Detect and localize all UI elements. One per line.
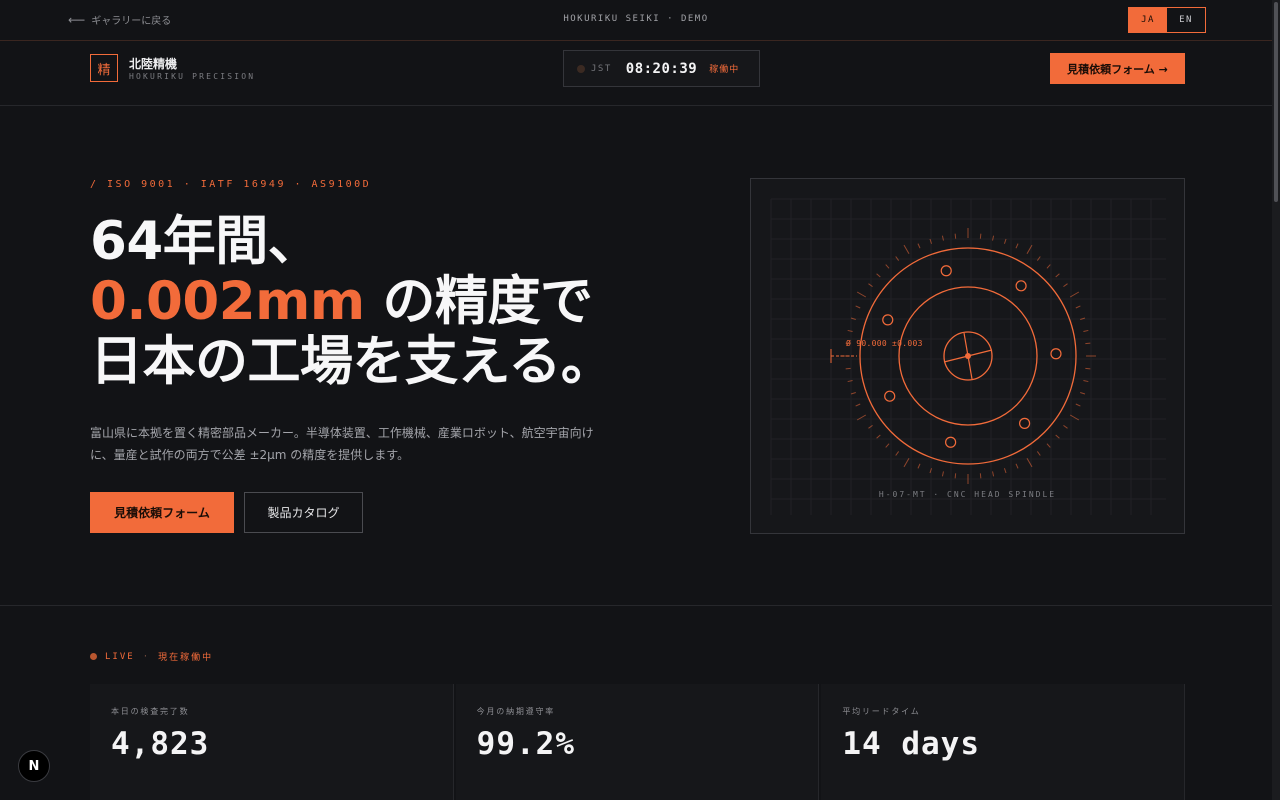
site-header: 精 北陸精機 HOKURIKU PRECISION JST 08:20:39 稼… [0, 41, 1272, 106]
tick-mark [917, 463, 921, 469]
tick-mark [856, 291, 867, 298]
tick-mark [847, 329, 853, 332]
language-switch: JA EN [1128, 7, 1206, 33]
stat-value: 99.2% [476, 726, 575, 762]
stat-value: 14 days [842, 726, 980, 762]
tick-mark [1003, 238, 1007, 244]
tick-mark [895, 451, 900, 456]
dimension-label: Ø 90.000 ±0.003 [846, 339, 923, 348]
lang-ja-button[interactable]: JA [1129, 8, 1167, 32]
tick-mark [885, 443, 890, 448]
tick-mark [855, 403, 861, 407]
stat-label: 今月の納期遵守率 [476, 707, 556, 716]
tick-mark [876, 273, 881, 278]
tick-mark [979, 233, 982, 239]
tick-mark [917, 243, 921, 249]
center-point [965, 353, 971, 359]
clock-timezone: JST [591, 63, 612, 74]
bolt-hole [1015, 280, 1027, 292]
stat-label: 本日の検査完了数 [111, 707, 190, 716]
tick-mark [1085, 367, 1091, 370]
tick-mark [876, 434, 881, 439]
tick-mark [992, 235, 995, 241]
stat-card-lead-time: 平均リードタイム 14 days [821, 684, 1186, 800]
stat-card-on-time-rate: 今月の納期遵守率 99.2% [455, 684, 820, 800]
header-quote-button[interactable]: 見積依頼フォーム → [1050, 53, 1185, 84]
live-indicator: LIVE · 現在稼働中 [90, 650, 213, 663]
bolt-hole [940, 265, 952, 277]
stats-row: 本日の検査完了数 4,823 今月の納期遵守率 99.2% 平均リードタイム 1… [90, 684, 1186, 800]
tick-mark [847, 380, 853, 383]
tick-mark [850, 391, 856, 395]
drawing-caption: H-07-MT · CNC HEAD SPINDLE [878, 490, 1057, 499]
tick-mark [954, 233, 957, 239]
brand-subtitle: HOKURIKU PRECISION [129, 72, 256, 81]
tick-mark [1046, 443, 1051, 448]
clock-time: 08:20:39 [625, 60, 698, 77]
status-dot-icon [577, 64, 585, 73]
tick-mark [885, 264, 890, 269]
top-bar: ⟵ ギャラリーに戻る HOKURIKU SEIKI · DEMO JA EN [0, 0, 1272, 41]
tick-mark [845, 367, 851, 370]
demo-label: HOKURIKU SEIKI · DEMO [563, 14, 709, 24]
tick-mark [1075, 305, 1081, 309]
quote-form-button[interactable]: 見積依頼フォーム [90, 492, 234, 533]
live-separator: · [142, 651, 151, 662]
spindle-drawing [770, 198, 1166, 515]
tick-mark [1075, 403, 1081, 407]
tick-mark [992, 471, 995, 477]
bolt-hole [1019, 417, 1031, 429]
technical-drawing-panel: Ø 90.000 ±0.003 H-07-MT · CNC HEAD SPIND… [750, 178, 1185, 534]
section-divider [0, 605, 1272, 606]
live-sub-label: 現在稼働中 [158, 653, 214, 663]
tick-mark [941, 471, 944, 477]
tick-mark [979, 473, 982, 479]
tick-mark [1046, 264, 1051, 269]
tick-mark [1015, 463, 1019, 469]
clock-widget: JST 08:20:39 稼働中 [563, 50, 760, 87]
lang-en-button[interactable]: EN [1167, 8, 1205, 32]
tick-mark [954, 473, 957, 479]
tick-mark [1036, 451, 1041, 456]
certifications-line: / ISO 9001 · IATF 16949 · AS9100D [90, 179, 372, 190]
tick-mark [1055, 434, 1060, 439]
tick-mark [1015, 243, 1019, 249]
live-label: LIVE [105, 651, 135, 662]
bolt-hole [884, 390, 896, 402]
stat-value: 4,823 [111, 726, 210, 762]
hero-title-accent: 0.002mm [90, 271, 365, 332]
tick-mark [1003, 468, 1007, 474]
nextjs-badge-icon[interactable]: N [18, 750, 50, 782]
tick-mark [1083, 329, 1089, 332]
stat-label: 平均リードタイム [842, 707, 921, 716]
product-catalog-button[interactable]: 製品カタログ [244, 492, 363, 533]
bolt-hole [1050, 348, 1062, 360]
hero-title: 64年間、 0.002mm の精度で 日本の工場を支える。 [90, 212, 710, 392]
logo-mark[interactable]: 精 [90, 54, 118, 82]
tick-mark [1085, 342, 1091, 345]
tick-mark [1083, 380, 1089, 383]
hero-title-line3: 日本の工場を支える。 [90, 331, 614, 392]
stat-card-inspections: 本日の検査完了数 4,823 [90, 684, 454, 800]
tick-mark [1080, 391, 1086, 395]
tick-mark [1055, 273, 1060, 278]
clock-status: 稼働中 [709, 65, 740, 75]
brand-name[interactable]: 北陸精機 [129, 55, 177, 72]
scrollbar-thumb[interactable] [1274, 2, 1278, 202]
hero-title-line2: の精度で [364, 271, 594, 332]
hero-title-line1: 64年間、 [90, 211, 321, 272]
tick-mark [941, 235, 944, 241]
tick-mark [1063, 283, 1068, 288]
tick-mark [855, 305, 861, 309]
tick-mark [903, 244, 910, 255]
tick-mark [1063, 424, 1068, 429]
live-dot-icon [90, 653, 97, 660]
hero-description: 富山県に本拠を置く精密部品メーカー。半導体装置、工作機械、産業ロボット、航空宇宙… [90, 426, 594, 462]
